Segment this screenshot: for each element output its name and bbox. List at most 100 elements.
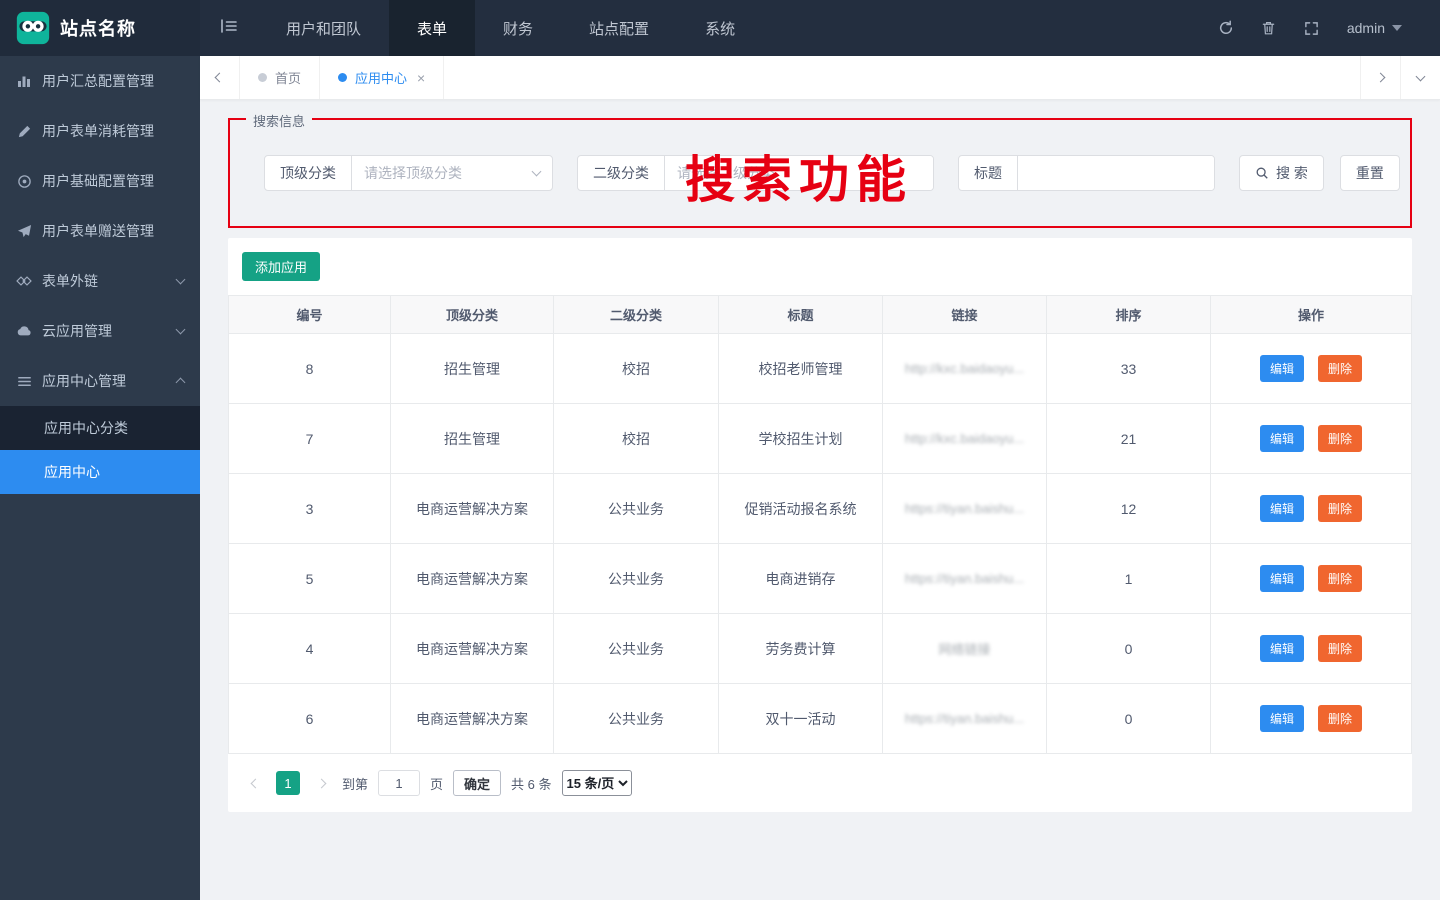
top-category-group: 顶级分类 请选择顶级分类 xyxy=(264,155,553,191)
search-button[interactable]: 搜 索 xyxy=(1239,155,1324,191)
table-row: 6 电商运营解决方案 公共业务 双十一活动 https://tiyan.bais… xyxy=(229,684,1412,754)
delete-button[interactable]: 删除 xyxy=(1318,355,1362,382)
sidebar-item-label: 应用中心分类 xyxy=(44,418,128,438)
page-size-select[interactable]: 15 条/页 xyxy=(562,770,632,796)
goto-page-input[interactable] xyxy=(378,770,420,796)
edit-button[interactable]: 编辑 xyxy=(1260,635,1304,662)
delete-button[interactable]: 删除 xyxy=(1318,635,1362,662)
second-category-label: 二级分类 xyxy=(578,156,665,190)
sidebar-item-label: 用户汇总配置管理 xyxy=(42,71,154,91)
cell-link: http://kxc.baidaoyu... xyxy=(883,404,1047,474)
search-icon xyxy=(1255,166,1269,180)
chevron-down-icon xyxy=(176,275,186,285)
cell-second-category: 校招 xyxy=(554,334,719,404)
table-row: 8 招生管理 校招 校招老师管理 http://kxc.baidaoyu... … xyxy=(229,334,1412,404)
admin-username: admin xyxy=(1347,20,1385,36)
edit-button[interactable]: 编辑 xyxy=(1260,565,1304,592)
cell-title: 劳务费计算 xyxy=(719,614,883,684)
pen-icon xyxy=(16,123,32,139)
chevron-left-icon xyxy=(250,778,260,788)
cell-top-category: 电商运营解决方案 xyxy=(391,544,554,614)
tab-close-icon[interactable]: × xyxy=(417,70,425,86)
sidebar-item-cloud-app[interactable]: 云应用管理 xyxy=(0,306,200,356)
cell-title: 电商进销存 xyxy=(719,544,883,614)
nav-item-finance[interactable]: 财务 xyxy=(475,0,561,56)
sidebar-item-label: 应用中心管理 xyxy=(42,371,126,391)
title-group: 标题 xyxy=(958,155,1215,191)
nav-item-system[interactable]: 系统 xyxy=(677,0,763,56)
cell-second-category: 公共业务 xyxy=(554,544,719,614)
sidebar-item-app-center-mgmt[interactable]: 应用中心管理 xyxy=(0,356,200,406)
cell-link: 网络链接 xyxy=(883,614,1047,684)
next-page-button[interactable] xyxy=(310,771,332,795)
goto-confirm-button[interactable]: 确定 xyxy=(453,770,501,796)
sidebar-item-app-center-category[interactable]: 应用中心分类 xyxy=(0,406,200,450)
sidebar-item-label: 用户表单赠送管理 xyxy=(42,221,154,241)
nav-item-forms[interactable]: 表单 xyxy=(389,0,475,56)
cell-actions: 编辑 删除 xyxy=(1211,474,1412,544)
chart-icon xyxy=(16,73,32,89)
top-category-select[interactable]: 请选择顶级分类 xyxy=(352,156,552,190)
tab-dot-icon xyxy=(258,73,267,82)
edit-button[interactable]: 编辑 xyxy=(1260,705,1304,732)
trash-icon[interactable] xyxy=(1261,20,1277,36)
sidebar-item-user-base-config[interactable]: 用户基础配置管理 xyxy=(0,156,200,206)
page-unit-label: 页 xyxy=(430,774,443,793)
fullscreen-icon[interactable] xyxy=(1304,20,1320,36)
admin-menu[interactable]: admin xyxy=(1347,20,1402,36)
col-title: 标题 xyxy=(719,296,883,334)
second-category-group: 二级分类 xyxy=(577,155,934,191)
sidebar-item-label: 用户基础配置管理 xyxy=(42,171,154,191)
second-category-input[interactable] xyxy=(665,156,933,190)
goto-label: 到第 xyxy=(342,774,368,793)
tabs-scroll-left-button[interactable] xyxy=(200,56,240,99)
cell-second-category: 公共业务 xyxy=(554,474,719,544)
nav-item-users-teams[interactable]: 用户和团队 xyxy=(258,0,389,56)
tabs-scroll-right-button[interactable] xyxy=(1360,56,1400,99)
edit-button[interactable]: 编辑 xyxy=(1260,355,1304,382)
sidebar-item-form-external-link[interactable]: 表单外链 xyxy=(0,256,200,306)
reset-button[interactable]: 重置 xyxy=(1340,155,1400,191)
title-input[interactable] xyxy=(1018,156,1214,190)
cell-sort: 0 xyxy=(1047,614,1211,684)
edit-button[interactable]: 编辑 xyxy=(1260,495,1304,522)
delete-button[interactable]: 删除 xyxy=(1318,425,1362,452)
cell-id: 4 xyxy=(229,614,391,684)
sidebar-item-user-summary-config[interactable]: 用户汇总配置管理 xyxy=(0,56,200,106)
edit-button[interactable]: 编辑 xyxy=(1260,425,1304,452)
chevron-down-icon xyxy=(532,167,542,177)
cell-link: https://tiyan.baishu... xyxy=(883,544,1047,614)
nav-item-site-config[interactable]: 站点配置 xyxy=(561,0,677,56)
delete-button[interactable]: 删除 xyxy=(1318,565,1362,592)
cell-id: 3 xyxy=(229,474,391,544)
tabs-menu-button[interactable] xyxy=(1400,56,1440,99)
menu-fold-icon xyxy=(220,18,238,39)
cell-actions: 编辑 删除 xyxy=(1211,544,1412,614)
tab-app-center[interactable]: 应用中心 × xyxy=(320,56,444,99)
cell-actions: 编辑 删除 xyxy=(1211,684,1412,754)
sidebar-item-label: 云应用管理 xyxy=(42,321,112,341)
prev-page-button[interactable] xyxy=(244,771,266,795)
sidebar-item-label: 表单外链 xyxy=(42,271,98,291)
send-icon xyxy=(16,223,32,239)
sidebar-item-form-gift[interactable]: 用户表单赠送管理 xyxy=(0,206,200,256)
add-app-button[interactable]: 添加应用 xyxy=(242,252,320,281)
sidebar-collapse-button[interactable] xyxy=(200,0,258,56)
reset-button-label: 重置 xyxy=(1356,163,1384,183)
sidebar-item-form-consumption[interactable]: 用户表单消耗管理 xyxy=(0,106,200,156)
col-sort: 排序 xyxy=(1047,296,1211,334)
table-header-row: 编号 顶级分类 二级分类 标题 链接 排序 操作 xyxy=(229,296,1412,334)
cell-top-category: 电商运营解决方案 xyxy=(391,474,554,544)
pagination: 1 到第 页 确定 共 6 条 15 条/页 xyxy=(228,754,1412,812)
page-number-current[interactable]: 1 xyxy=(276,771,300,795)
delete-button[interactable]: 删除 xyxy=(1318,705,1362,732)
search-panel: 搜索信息 顶级分类 请选择顶级分类 二级分类 xyxy=(228,118,1412,228)
cell-id: 6 xyxy=(229,684,391,754)
chevron-down-icon xyxy=(1416,71,1426,81)
cell-title: 校招老师管理 xyxy=(719,334,883,404)
sidebar-item-app-center[interactable]: 应用中心 xyxy=(0,450,200,494)
tab-home[interactable]: 首页 xyxy=(240,56,320,99)
refresh-icon[interactable] xyxy=(1218,20,1234,36)
delete-button[interactable]: 删除 xyxy=(1318,495,1362,522)
logo-area[interactable]: 站点名称 xyxy=(0,0,200,56)
